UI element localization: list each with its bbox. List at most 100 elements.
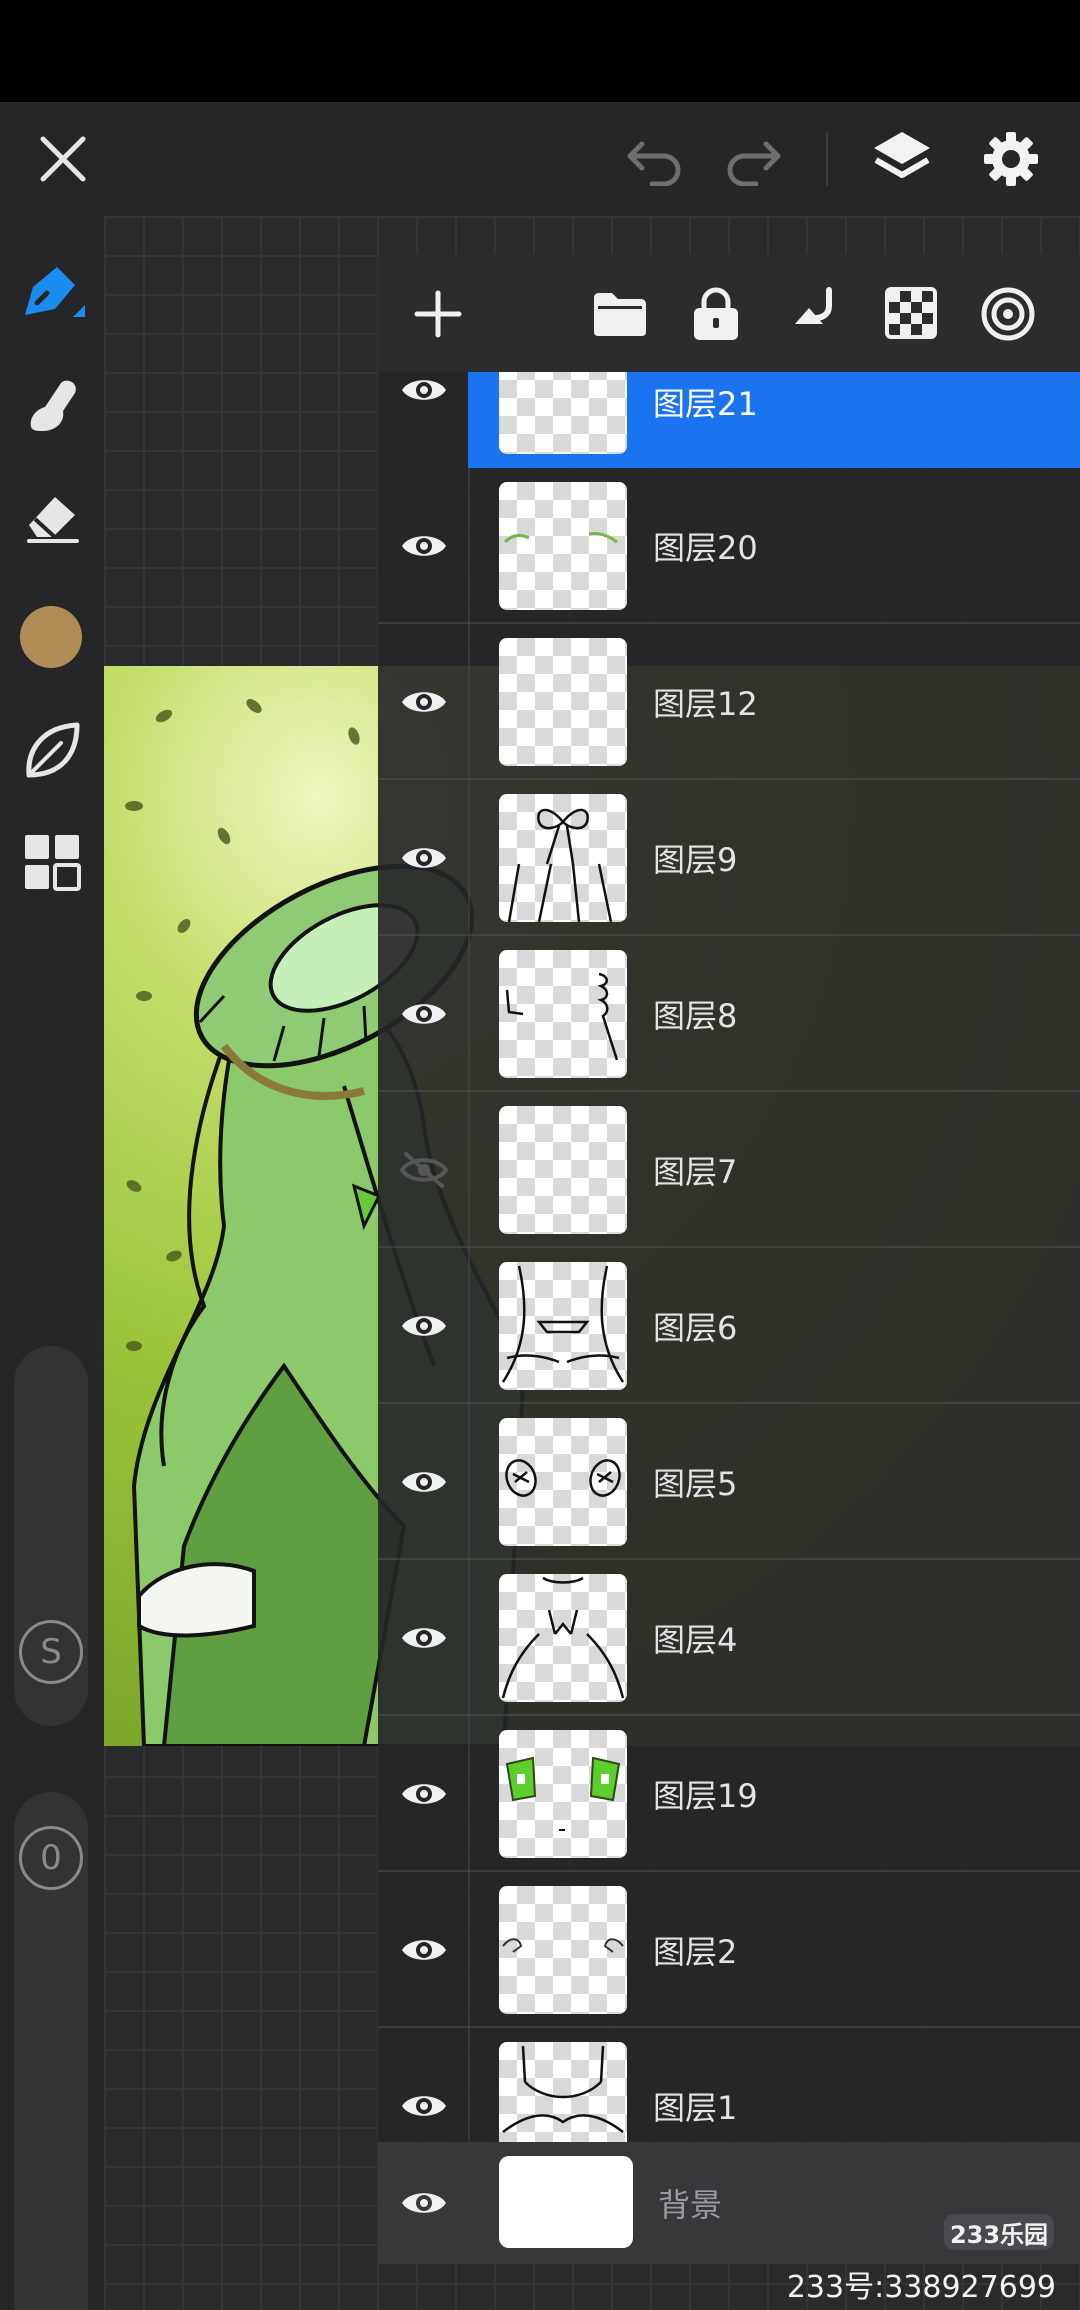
layer-thumbnail (499, 482, 627, 610)
left-toolbar: S 0 (0, 216, 104, 2310)
undo-button[interactable] (620, 130, 690, 190)
visibility-toggle[interactable] (398, 1300, 450, 1352)
leaf-icon (26, 722, 80, 778)
size-slider-label: S (19, 1620, 83, 1684)
layer-name: 图层4 (653, 1621, 738, 1659)
visibility-toggle[interactable] (398, 520, 450, 572)
visibility-toggle[interactable] (398, 1612, 450, 1664)
layer-thumbnail (499, 794, 627, 922)
merge-down-button[interactable] (786, 284, 842, 344)
layer-thumbnail (499, 1418, 627, 1546)
layers-button[interactable] (866, 124, 938, 194)
eraser-tool-button[interactable] (14, 478, 90, 554)
layer-name: 图层6 (653, 1309, 738, 1347)
eye-icon (402, 1316, 446, 1336)
layer-row[interactable]: 图层4 (378, 1560, 1080, 1716)
row-divider (468, 1248, 470, 1404)
layer-name: 图层8 (653, 997, 738, 1035)
visibility-toggle[interactable] (398, 2080, 450, 2132)
smudge-tool-button[interactable] (14, 366, 90, 442)
leaf-tool-button[interactable] (14, 712, 90, 788)
status-bar (0, 0, 1080, 102)
visibility-toggle[interactable] (398, 372, 450, 416)
row-divider (468, 936, 470, 1092)
eraser-icon (27, 497, 79, 543)
row-divider (468, 1404, 470, 1560)
layer-row[interactable]: 图层12 (378, 624, 1080, 780)
color-swatch[interactable] (20, 606, 82, 668)
layer-list[interactable]: 图层21 图层20 图层12 图层9 图层8 图层7 图层6 图层5 图层4 图… (378, 372, 1080, 2142)
layers-icon (874, 132, 930, 178)
smudge-icon (30, 380, 76, 431)
row-divider (468, 1716, 470, 1872)
layer-row[interactable]: 图层5 (378, 1404, 1080, 1560)
opacity-slider-label: 0 (19, 1826, 83, 1890)
layer-row[interactable]: 图层7 (378, 1092, 1080, 1248)
layer-thumbnail (499, 950, 627, 1078)
gallery-button[interactable] (14, 824, 90, 900)
layer-panel-toolbar (378, 254, 1080, 372)
eye-icon (402, 1004, 446, 1024)
add-layer-button[interactable] (410, 286, 466, 342)
layer-thumbnail (499, 1262, 627, 1390)
drawing-app: S 0 图层21 图层20 图层12 图层9 图层8 图层7 图层6 图层5 图… (0, 0, 1080, 2310)
visibility-toggle[interactable] (398, 1144, 450, 1196)
layer-name: 图层7 (653, 1153, 738, 1191)
eye-icon (402, 2193, 446, 2213)
checker-icon (885, 287, 937, 339)
folder-button[interactable] (590, 286, 650, 342)
layer-thumbnail (499, 2042, 627, 2142)
merge-down-icon (795, 287, 832, 324)
close-button[interactable] (30, 126, 96, 192)
layer-row[interactable]: 图层19 (378, 1716, 1080, 1872)
lock-icon (694, 287, 738, 340)
watermark-id: 233号:338927699 (786, 2270, 1056, 2305)
layer-row[interactable]: 图层9 (378, 780, 1080, 936)
layer-thumbnail (499, 638, 627, 766)
row-divider (468, 1872, 470, 2028)
eye-icon (402, 1628, 446, 1648)
layer-name: 图层9 (653, 841, 738, 879)
eye-icon (402, 692, 446, 712)
top-toolbar (0, 102, 1080, 216)
layer-row[interactable]: 图层6 (378, 1248, 1080, 1404)
eye-icon (402, 1940, 446, 1960)
row-divider (468, 780, 470, 936)
visibility-toggle[interactable] (398, 1456, 450, 1508)
visibility-toggle[interactable] (398, 1768, 450, 1820)
layer-name: 图层2 (653, 1933, 738, 1971)
visibility-toggle[interactable] (398, 832, 450, 884)
settings-button[interactable] (976, 124, 1046, 194)
layer-name: 图层19 (653, 1777, 758, 1815)
visibility-toggle[interactable] (398, 676, 450, 728)
reference-button[interactable] (978, 284, 1038, 344)
visibility-toggle[interactable] (398, 1924, 450, 1976)
layer-row[interactable]: 图层1 (378, 2028, 1080, 2142)
visibility-toggle[interactable] (398, 2177, 450, 2229)
layer-thumbnail (499, 1106, 627, 1234)
gear-icon (984, 132, 1038, 186)
redo-button[interactable] (718, 130, 788, 190)
eye-icon (402, 2096, 446, 2116)
layer-name: 图层1 (653, 2089, 738, 2127)
eye-icon (402, 1472, 446, 1492)
eye-icon (402, 380, 446, 400)
layer-row[interactable]: 图层2 (378, 1872, 1080, 2028)
row-divider (468, 1092, 470, 1248)
layer-name: 图层21 (653, 385, 758, 424)
layer-name: 图层20 (653, 529, 758, 567)
eye-hidden-icon (400, 1152, 448, 1188)
layer-row[interactable]: 图层21 (378, 372, 1080, 468)
alpha-lock-button[interactable] (882, 284, 940, 342)
pen-icon (25, 267, 85, 317)
watermark-badge: 233乐园 (944, 2214, 1054, 2250)
visibility-toggle[interactable] (398, 988, 450, 1040)
add-layer-icon (414, 290, 462, 338)
pen-tool-button[interactable] (14, 254, 90, 330)
layer-row[interactable]: 图层20 (378, 468, 1080, 624)
row-divider (468, 2028, 470, 2142)
row-divider (468, 624, 470, 780)
lock-button[interactable] (688, 284, 744, 344)
layer-row[interactable]: 图层8 (378, 936, 1080, 1092)
layer-thumbnail (499, 1730, 627, 1858)
